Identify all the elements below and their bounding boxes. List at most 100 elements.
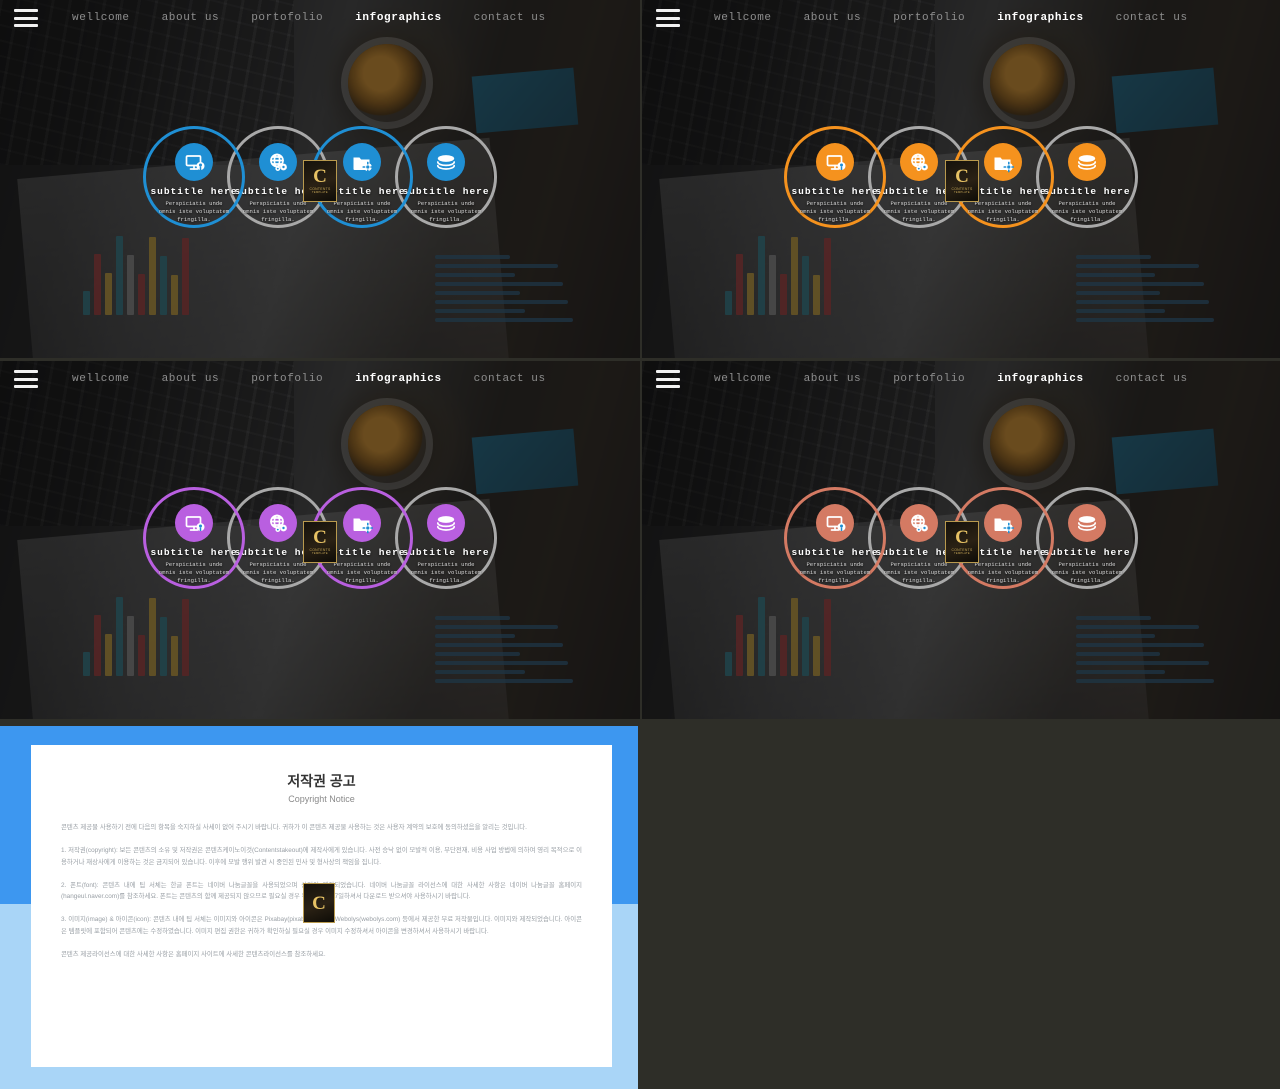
monitor-pin-icon <box>826 516 846 531</box>
nav-item-infographics[interactable]: infographics <box>339 373 457 385</box>
card-icon-bubble[interactable] <box>427 504 465 542</box>
hamburger-menu-icon[interactable] <box>656 370 680 388</box>
card-description: Perspiciatis unde omnis iste voluptatem … <box>799 200 871 224</box>
card-icon-bubble[interactable] <box>984 504 1022 542</box>
card-description: Perspiciatis unde omnis iste voluptatem … <box>410 561 482 585</box>
circle-card-1[interactable]: subtitle here Perspiciatis unde omnis ist… <box>143 487 245 589</box>
card-description: Perspiciatis unde omnis iste voluptatem … <box>1051 561 1123 585</box>
watermark-line2: TEMPLATE <box>954 551 970 555</box>
doc-subtitle: Copyright Notice <box>288 794 355 804</box>
nav-item-portofolio[interactable]: portofolio <box>235 373 339 385</box>
doc-title: 저작권 공고 <box>287 773 356 789</box>
nav-list: wellcome about us portofolio infographic… <box>698 373 1204 385</box>
card-icon-bubble[interactable] <box>259 504 297 542</box>
watermark-badge: C CONTENTS TEMPLATE <box>303 521 337 563</box>
folder-gear-icon <box>994 518 1014 534</box>
nav-item-wellcome[interactable]: wellcome <box>56 373 146 385</box>
nav-item-about-us[interactable]: about us <box>788 373 878 385</box>
watermark-badge: C CONTENTS TEMPLATE <box>945 521 979 563</box>
card-subtitle: subtitle here <box>1043 547 1131 558</box>
watermark-line2: TEMPLATE <box>954 190 970 194</box>
card-description: Perspiciatis unde omnis iste voluptatem … <box>410 200 482 224</box>
circle-card-1[interactable]: subtitle here Perspiciatis unde omnis ist… <box>143 126 245 228</box>
hamburger-menu-icon[interactable] <box>14 9 38 27</box>
nav-item-contact-us[interactable]: contact us <box>458 12 562 24</box>
card-subtitle: subtitle here <box>1043 186 1131 197</box>
card-icon-bubble[interactable] <box>1068 143 1106 181</box>
navbar: wellcome about us portofolio infographic… <box>642 0 1280 36</box>
nav-item-wellcome[interactable]: wellcome <box>698 12 788 24</box>
folder-gear-icon <box>353 518 373 534</box>
nav-item-about-us[interactable]: about us <box>146 12 236 24</box>
hamburger-menu-icon[interactable] <box>656 9 680 27</box>
nav-list: wellcome about us portofolio infographic… <box>698 12 1204 24</box>
card-subtitle: subtitle here <box>150 547 238 558</box>
card-description: Perspiciatis unde omnis iste voluptatem … <box>158 561 230 585</box>
panel-salmon: wellcome about us portofolio infographic… <box>642 361 1280 719</box>
circle-card-1[interactable]: subtitle here Perspiciatis unde omnis ist… <box>784 487 886 589</box>
monitor-pin-icon <box>185 516 205 531</box>
nav-list: wellcome about us portofolio infographic… <box>56 373 562 385</box>
card-icon-bubble[interactable] <box>816 143 854 181</box>
nav-item-about-us[interactable]: about us <box>146 373 236 385</box>
nav-item-portofolio[interactable]: portofolio <box>877 12 981 24</box>
card-description: Perspiciatis unde omnis iste voluptatem … <box>883 561 955 585</box>
nav-item-contact-us[interactable]: contact us <box>1100 12 1204 24</box>
card-description: Perspiciatis unde omnis iste voluptatem … <box>242 561 314 585</box>
watermark-line2: TEMPLATE <box>312 190 328 194</box>
nav-item-portofolio[interactable]: portofolio <box>235 12 339 24</box>
layers-stack-icon <box>1077 516 1097 531</box>
card-description: Perspiciatis unde omnis iste voluptatem … <box>326 561 398 585</box>
card-icon-bubble[interactable] <box>984 143 1022 181</box>
watermark-letter: C <box>955 527 969 549</box>
watermark-badge: C CONTENTS TEMPLATE <box>303 160 337 202</box>
folder-gear-icon <box>994 157 1014 173</box>
nav-item-infographics[interactable]: infographics <box>981 12 1099 24</box>
monitor-pin-icon <box>185 155 205 170</box>
nav-item-infographics[interactable]: infographics <box>339 12 457 24</box>
navbar: wellcome about us portofolio infographic… <box>642 361 1280 397</box>
nav-list: wellcome about us portofolio infographic… <box>56 12 562 24</box>
card-description: Perspiciatis unde omnis iste voluptatem … <box>883 200 955 224</box>
card-subtitle: subtitle here <box>791 547 879 558</box>
card-description: Perspiciatis unde omnis iste voluptatem … <box>326 200 398 224</box>
layers-stack-icon <box>436 516 456 531</box>
nav-item-contact-us[interactable]: contact us <box>458 373 562 385</box>
card-icon-bubble[interactable] <box>343 504 381 542</box>
watermark-letter: C <box>312 892 326 914</box>
card-icon-bubble[interactable] <box>1068 504 1106 542</box>
card-description: Perspiciatis unde omnis iste voluptatem … <box>799 561 871 585</box>
watermark-letter: C <box>313 527 327 549</box>
card-icon-bubble[interactable] <box>259 143 297 181</box>
screenshot-root: wellcome about us portofolio infographic… <box>0 0 1280 1089</box>
globe-gears-icon <box>270 153 287 171</box>
monitor-pin-icon <box>826 155 846 170</box>
card-description: Perspiciatis unde omnis iste voluptatem … <box>967 561 1039 585</box>
nav-item-contact-us[interactable]: contact us <box>1100 373 1204 385</box>
card-icon-bubble[interactable] <box>427 143 465 181</box>
layers-stack-icon <box>436 155 456 170</box>
card-icon-bubble[interactable] <box>175 143 213 181</box>
copyright-notice-panel: 저작권 공고 Copyright Notice 콘텐츠 제공물 사용하기 전에 … <box>0 726 638 1089</box>
nav-item-infographics[interactable]: infographics <box>981 373 1099 385</box>
doc-paragraph-license: 콘텐츠 제공라이선스에 대한 사세한 사항은 홈페이지 사이트에 사세한 콘텐츠… <box>61 950 326 958</box>
nav-item-wellcome[interactable]: wellcome <box>56 12 146 24</box>
card-icon-bubble[interactable] <box>343 143 381 181</box>
navbar: wellcome about us portofolio infographic… <box>0 361 640 397</box>
card-icon-bubble[interactable] <box>816 504 854 542</box>
hamburger-menu-icon[interactable] <box>14 370 38 388</box>
card-subtitle: subtitle here <box>402 547 490 558</box>
nav-item-wellcome[interactable]: wellcome <box>698 373 788 385</box>
folder-gear-icon <box>353 157 373 173</box>
card-icon-bubble[interactable] <box>900 504 938 542</box>
navbar: wellcome about us portofolio infographic… <box>0 0 640 36</box>
nav-item-about-us[interactable]: about us <box>788 12 878 24</box>
globe-gears-icon <box>270 514 287 532</box>
circle-card-1[interactable]: subtitle here Perspiciatis unde omnis ist… <box>784 126 886 228</box>
nav-item-portofolio[interactable]: portofolio <box>877 373 981 385</box>
panel-orange: wellcome about us portofolio infographic… <box>642 0 1280 358</box>
doc-paragraph-intro: 콘텐츠 제공물 사용하기 전에 다음의 항목을 숙지하실 사세이 없어 주시기 … <box>61 824 527 831</box>
card-icon-bubble[interactable] <box>900 143 938 181</box>
card-icon-bubble[interactable] <box>175 504 213 542</box>
panel-blue: wellcome about us portofolio infographic… <box>0 0 640 358</box>
